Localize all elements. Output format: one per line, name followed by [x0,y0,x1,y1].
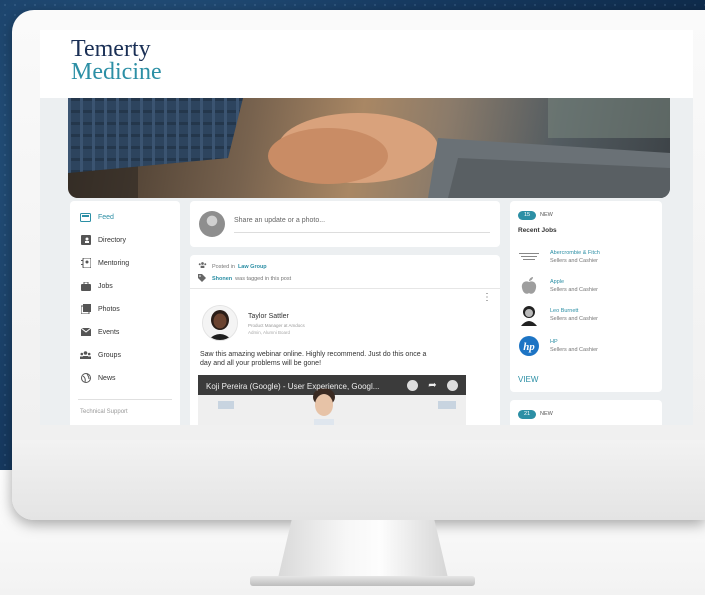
tag-suffix: was tagged in this post [235,275,292,282]
job-position: Sellers and Cashier [550,258,598,264]
apple-logo [518,275,540,297]
sidebar-item-label: Jobs [98,282,113,290]
monitor-stand [278,520,448,578]
sidebar-item-events[interactable]: Events [80,324,119,340]
tag-icon [198,274,207,283]
author-name[interactable]: Taylor Sattler [248,313,289,320]
count-badge: 21 [518,410,536,419]
video-controls: ➦ [407,380,458,391]
divider [78,399,172,400]
job-item[interactable]: hp HP Sellers and Cashier [518,335,658,361]
logo-line1: Temerty [71,36,151,62]
info-icon[interactable] [447,380,458,391]
author-role: Product Manager at Amdocs [248,323,305,328]
share-input[interactable]: Share an update or a photo... [234,217,325,224]
sidebar-item-label: Mentoring [98,259,130,267]
presenter-image [313,388,335,425]
mentoring-icon [80,258,91,269]
share-icon[interactable]: ➦ [427,380,438,391]
briefcase-icon [80,281,91,292]
sidebar-item-feed[interactable]: Feed [80,209,114,225]
top-bar: Temerty Medicine [40,30,693,98]
groups-icon [198,262,207,271]
envelope-icon [80,327,91,338]
abercrombie-logo [518,246,540,268]
new-label: NEW [540,212,553,218]
job-item[interactable]: Apple Sellers and Cashier [518,275,658,301]
job-company[interactable]: HP [550,339,558,345]
feed-post: Posted in Law Group Shonen was tagged in… [190,255,500,425]
svg-text:hp: hp [523,341,535,353]
job-position: Sellers and Cashier [550,287,598,293]
logo[interactable]: Temerty Medicine [71,36,162,85]
groups-icon [80,350,91,361]
video-title: Koji Pereira (Google) - User Experience,… [206,382,380,391]
job-position: Sellers and Cashier [550,347,598,353]
post-text: Saw this amazing webinar online. Highly … [200,351,427,367]
globe-icon [80,373,91,384]
author-avatar[interactable] [202,305,238,341]
avatar [199,211,225,237]
sidebar-item-label: Groups [98,351,121,359]
job-item[interactable]: Leo Burnett Sellers and Cashier [518,304,658,330]
sidebar-item-label: Events [98,328,120,336]
sidebar-item-label: News [98,374,116,382]
sidebar-item-groups[interactable]: Groups [80,347,121,363]
sidebar-item-news[interactable]: News [80,370,116,386]
share-composer: Share an update or a photo... [190,201,500,247]
tagged-user-link[interactable]: Shonen [212,276,232,282]
sidebar-item-label: Feed [98,213,114,221]
logo-line2: Medicine [71,59,162,85]
more-options-icon[interactable]: ⋮ [482,293,492,303]
handshake-image [68,98,670,198]
posted-in-label: Posted in [212,263,235,270]
secondary-panel: 21 NEW [510,400,662,425]
sidebar-item-photos[interactable]: Photos [80,301,120,317]
group-link[interactable]: Law Group [238,264,267,270]
jobs-count-badge: 15 [518,211,536,220]
sidebar-item-mentoring[interactable]: Mentoring [80,255,129,271]
divider [234,232,490,233]
recent-jobs-panel: 15 NEW Recent Jobs Abercrombie & Fitch S… [510,201,662,392]
screen: Temerty Medicine Feed Directory Mentorin… [40,30,693,425]
video-embed[interactable]: Koji Pereira (Google) - User Experience,… [198,375,466,425]
job-position: Sellers and Cashier [550,316,598,322]
hp-logo: hp [518,335,540,357]
feed-icon [80,212,91,223]
sidebar-item-label: Photos [98,305,120,313]
technical-support-link[interactable]: Technical Support [80,409,128,415]
watch-later-icon[interactable] [407,380,418,391]
directory-icon [80,235,91,246]
recent-jobs-title: Recent Jobs [518,227,557,234]
monitor-base [250,576,475,586]
job-company[interactable]: Leo Burnett [550,308,578,314]
post-tag-meta: Shonen was tagged in this post [198,274,291,283]
job-company[interactable]: Apple [550,279,564,285]
sidebar: Feed Directory Mentoring Jobs Photos Eve… [70,201,180,425]
hero-banner [68,98,670,198]
sidebar-item-label: Directory [98,236,127,244]
photos-icon [80,304,91,315]
new-label: NEW [540,411,553,417]
job-company[interactable]: Abercrombie & Fitch [550,250,600,256]
post-group-meta: Posted in Law Group [198,262,270,271]
view-jobs-link[interactable]: VIEW [518,375,538,384]
author-subtitle: Admin, Alumni Board [248,330,291,335]
monitor-chin [12,440,705,520]
sidebar-item-jobs[interactable]: Jobs [80,278,113,294]
job-item[interactable]: Abercrombie & Fitch Sellers and Cashier [518,246,658,272]
divider [190,288,500,289]
leo-burnett-logo [518,304,540,326]
sidebar-item-directory[interactable]: Directory [80,232,126,248]
